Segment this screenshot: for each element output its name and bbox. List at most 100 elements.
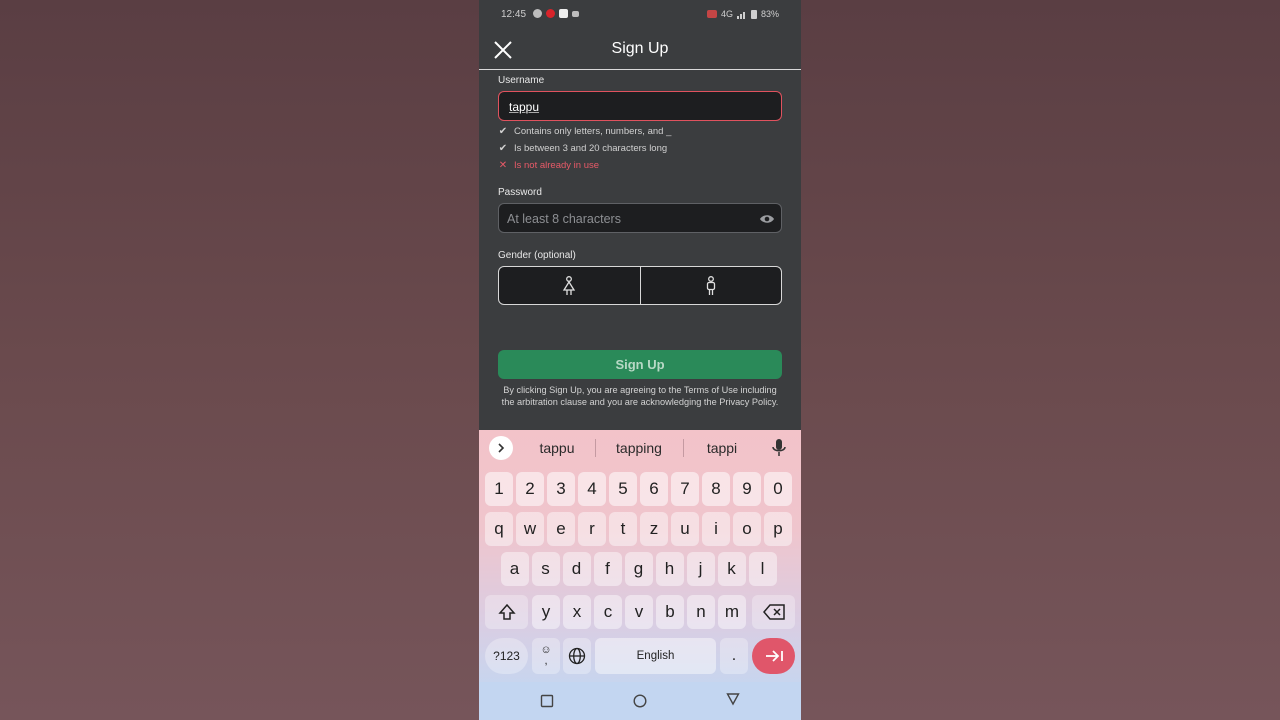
letter-key[interactable]: q [485, 512, 513, 546]
news-icon [559, 9, 568, 18]
letter-key[interactable]: y [532, 595, 560, 629]
letter-key[interactable]: c [594, 595, 622, 629]
rule-text: Is between 3 and 20 characters long [514, 143, 668, 154]
number-key[interactable]: 4 [578, 472, 606, 506]
battery-icon [750, 10, 757, 19]
rule-text: Is not already in use [514, 160, 600, 171]
tab-arrow-icon [765, 650, 783, 662]
navigation-bar [479, 682, 801, 720]
cast-icon [706, 10, 717, 18]
phone-screen: 12:45 4G 83% Sign Up Username tappu ✔ Co… [479, 0, 801, 720]
letter-key[interactable]: z [640, 512, 668, 546]
letter-key[interactable]: v [625, 595, 653, 629]
triangle-icon [726, 693, 740, 706]
number-key[interactable]: 2 [516, 472, 544, 506]
eye-icon [760, 215, 774, 223]
check-icon: ✔ [498, 143, 508, 154]
number-key[interactable]: 8 [702, 472, 730, 506]
female-icon [563, 275, 576, 295]
network-label: 4G [720, 9, 733, 19]
signup-button[interactable]: Sign Up [498, 350, 782, 379]
letter-key[interactable]: m [718, 595, 746, 629]
page-title: Sign Up [611, 40, 669, 57]
space-key[interactable]: English [595, 638, 716, 674]
symbols-key[interactable]: ?123 [485, 638, 528, 674]
letter-key[interactable]: p [764, 512, 792, 546]
number-key[interactable]: 5 [609, 472, 637, 506]
letter-key[interactable]: k [717, 552, 746, 586]
period-key[interactable]: . [720, 638, 748, 674]
circle-icon [633, 694, 647, 708]
letter-key[interactable]: t [609, 512, 637, 546]
voice-input-button[interactable] [771, 438, 787, 458]
letter-key[interactable]: b [656, 595, 684, 629]
gender-selector [498, 266, 782, 305]
letter-key[interactable]: u [671, 512, 699, 546]
chevron-right-icon [498, 443, 505, 453]
next-key[interactable] [752, 638, 795, 674]
letter-key[interactable]: g [624, 552, 653, 586]
suggestion-1[interactable]: tappu [524, 440, 590, 456]
gender-female-option[interactable] [499, 267, 640, 304]
username-label: Username [498, 75, 545, 86]
chat-icon [533, 9, 542, 18]
microphone-icon [772, 439, 786, 456]
number-key[interactable]: 9 [733, 472, 761, 506]
number-key[interactable]: 0 [764, 472, 792, 506]
number-key[interactable]: 1 [485, 472, 513, 506]
gender-male-option[interactable] [639, 267, 782, 304]
password-field[interactable]: At least 8 characters [498, 203, 782, 233]
letter-key[interactable]: i [702, 512, 730, 546]
username-value: tappu [509, 100, 540, 114]
letter-key[interactable]: o [733, 512, 761, 546]
suggestion-bar: tappu tapping tappi [479, 430, 801, 466]
letter-key[interactable]: h [655, 552, 684, 586]
camera-icon [572, 11, 579, 17]
suggestion-3[interactable]: tappi [690, 440, 754, 456]
expand-toolbar-button[interactable] [489, 436, 513, 460]
letter-key[interactable]: d [562, 552, 591, 586]
letter-key[interactable]: n [687, 595, 715, 629]
number-key[interactable]: 7 [671, 472, 699, 506]
status-right: 4G 83% [706, 9, 779, 19]
suggestion-divider [683, 439, 684, 457]
language-key[interactable] [563, 638, 591, 674]
suggestion-2[interactable]: tapping [602, 440, 676, 456]
square-icon [540, 694, 554, 708]
password-label: Password [498, 187, 542, 198]
battery-label: 83% [760, 9, 779, 19]
comma-label: , [544, 655, 548, 667]
shift-icon [497, 603, 516, 620]
username-field[interactable]: tappu [498, 91, 782, 121]
shift-key[interactable] [485, 595, 528, 629]
letter-key[interactable]: j [686, 552, 715, 586]
number-key[interactable]: 3 [547, 472, 575, 506]
gender-label: Gender (optional) [498, 250, 576, 261]
password-placeholder: At least 8 characters [507, 212, 621, 226]
jio-icon [546, 9, 555, 18]
letter-key[interactable]: e [547, 512, 575, 546]
number-key[interactable]: 6 [640, 472, 668, 506]
check-icon: ✔ [498, 126, 508, 137]
suggestion-divider [595, 439, 596, 457]
letter-key[interactable]: f [593, 552, 622, 586]
letter-key[interactable]: w [516, 512, 544, 546]
status-bar: 12:45 4G 83% [479, 0, 801, 30]
letter-key[interactable]: s [531, 552, 560, 586]
letter-key[interactable]: r [578, 512, 606, 546]
app-header: Sign Up [479, 30, 801, 70]
recents-button[interactable] [540, 694, 554, 708]
emoji-comma-key[interactable]: ☺ , [532, 638, 560, 674]
show-password-button[interactable] [759, 211, 775, 227]
legal-text: By clicking Sign Up, you are agreeing to… [501, 385, 779, 407]
cross-icon: ✕ [498, 160, 508, 171]
letter-key[interactable]: l [748, 552, 777, 586]
back-button[interactable] [726, 692, 740, 706]
home-button[interactable] [633, 694, 647, 708]
soft-keyboard: tappu tapping tappi 1234567890 qwertzuio… [479, 430, 801, 682]
letter-key[interactable]: a [500, 552, 529, 586]
backspace-key[interactable] [752, 595, 795, 629]
rule-availability: ✕ Is not already in use [498, 160, 599, 171]
letter-key[interactable]: x [563, 595, 591, 629]
rule-length: ✔ Is between 3 and 20 characters long [498, 143, 667, 154]
